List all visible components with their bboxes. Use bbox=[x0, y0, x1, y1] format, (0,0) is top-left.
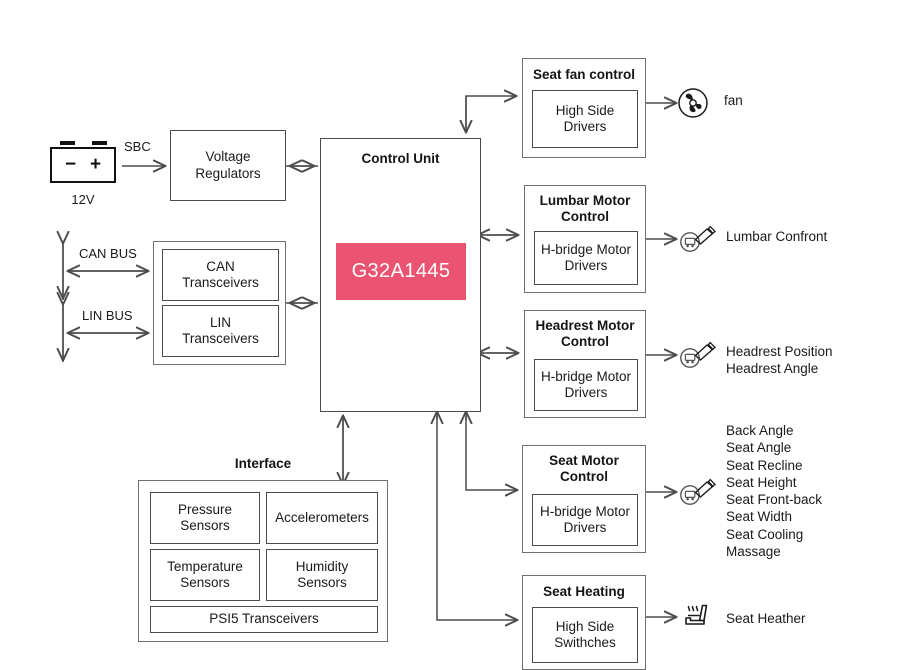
motor-icon bbox=[678, 475, 716, 509]
seat-motor-driver-block[interactable]: H-bridge Motor Drivers bbox=[532, 494, 638, 546]
battery-body: − + bbox=[50, 147, 116, 183]
lin-bus-label: LIN BUS bbox=[82, 308, 133, 323]
can-bus-label: CAN BUS bbox=[79, 246, 137, 261]
interface-title: Interface bbox=[234, 456, 292, 471]
battery-terminal-negative bbox=[60, 141, 75, 145]
seat-motor-control-title: Seat Motor Control bbox=[549, 453, 619, 485]
accelerometers-block[interactable]: Accelerometers bbox=[266, 492, 378, 544]
seat-motor-control-group: Seat Motor Control H-bridge Motor Driver… bbox=[522, 445, 646, 553]
lumbar-driver-block[interactable]: H-bridge Motor Drivers bbox=[534, 231, 638, 285]
diagram-canvas: − + 12V SBC Voltage Regulators CAN BUS L… bbox=[0, 0, 906, 670]
seat-heating-group: Seat Heating High Side Swithches bbox=[522, 575, 646, 670]
control-unit-block[interactable]: Control Unit G32A1445 bbox=[320, 138, 481, 412]
control-unit-title: Control Unit bbox=[361, 151, 440, 166]
headrest-driver-block[interactable]: H-bridge Motor Drivers bbox=[534, 359, 638, 411]
pressure-sensors-block[interactable]: Pressure Sensors bbox=[150, 492, 260, 544]
headrest-motor-control-title: Headrest Motor Control bbox=[535, 318, 635, 350]
lumbar-output-label: Lumbar Confront bbox=[726, 229, 828, 244]
motor-icon bbox=[678, 222, 716, 256]
battery-minus-symbol: − bbox=[64, 154, 77, 175]
fan-output-label: fan bbox=[724, 93, 743, 108]
lumbar-motor-control-title: Lumbar Motor Control bbox=[539, 193, 631, 225]
psi5-transceivers-block[interactable]: PSI5 Transceivers bbox=[150, 606, 378, 633]
lin-transceivers-block[interactable]: LIN Transceivers bbox=[162, 305, 279, 357]
headrest-output-label: Headrest Position Headrest Angle bbox=[726, 344, 833, 377]
mcu-chip[interactable]: G32A1445 bbox=[336, 243, 466, 300]
seat-heater-icon bbox=[678, 598, 714, 632]
seat-fan-control-title: Seat fan control bbox=[532, 67, 635, 82]
temperature-sensors-block[interactable]: Temperature Sensors bbox=[150, 549, 260, 601]
motor-icon bbox=[678, 338, 716, 372]
humidity-sensors-block[interactable]: Humidity Sensors bbox=[266, 549, 378, 601]
sbc-label: SBC bbox=[124, 139, 151, 154]
seat-heating-driver-block[interactable]: High Side Swithches bbox=[532, 607, 638, 663]
seat-heating-title: Seat Heating bbox=[543, 584, 625, 599]
seat-fan-driver-block[interactable]: High Side Drivers bbox=[532, 90, 638, 148]
can-transceivers-block[interactable]: CAN Transceivers bbox=[162, 249, 279, 301]
transceiver-group: CAN Transceivers LIN Transceivers bbox=[153, 241, 286, 365]
battery-icon: − + bbox=[50, 141, 116, 183]
interface-group: Pressure Sensors Accelerometers Temperat… bbox=[138, 480, 388, 642]
seat-motor-output-label: Back Angle Seat Angle Seat Recline Seat … bbox=[726, 423, 823, 559]
battery-voltage-label: 12V bbox=[71, 192, 95, 207]
headrest-motor-control-group: Headrest Motor Control H-bridge Motor Dr… bbox=[524, 310, 646, 418]
fan-icon bbox=[676, 86, 710, 120]
seat-fan-control-group: Seat fan control High Side Drivers bbox=[522, 58, 646, 158]
lumbar-motor-control-group: Lumbar Motor Control H-bridge Motor Driv… bbox=[524, 185, 646, 293]
battery-terminal-positive bbox=[92, 141, 107, 145]
seat-heater-output-label: Seat Heather bbox=[726, 611, 806, 626]
voltage-regulators-block[interactable]: Voltage Regulators bbox=[170, 130, 286, 201]
battery-plus-symbol: + bbox=[89, 154, 102, 175]
